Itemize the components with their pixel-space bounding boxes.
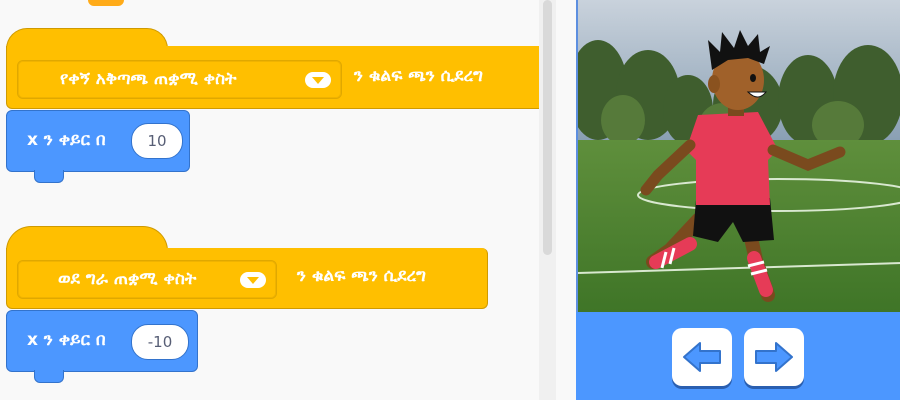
change-x-input[interactable]: 10 bbox=[131, 123, 183, 159]
chevron-down-icon bbox=[240, 272, 266, 288]
key-dropdown-value: ወደ ግራ ጠቋሚ ቀስት bbox=[58, 269, 197, 289]
key-dropdown-1[interactable]: የቀኝ አቅጣጫ ጠቋሚ ቀስት bbox=[17, 60, 342, 99]
when-key-pressed-block-1[interactable]: የቀኝ አቅጣጫ ጠቋሚ ቀስት ን ቁልፍ ጫን ሲደረግ bbox=[6, 46, 546, 109]
change-x-block-2[interactable]: x ን ቀይር በ -10 bbox=[6, 310, 198, 372]
arrow-right-icon bbox=[755, 342, 793, 372]
stage-controls bbox=[576, 312, 900, 400]
scrollbar-thumb[interactable] bbox=[543, 0, 552, 255]
change-x-label: x ን ቀይር በ bbox=[27, 330, 106, 350]
chevron-down-icon bbox=[305, 72, 331, 88]
block-fragment bbox=[88, 0, 124, 6]
key-dropdown-value: የቀኝ አቅጣጫ ጠቋሚ ቀስት bbox=[60, 69, 237, 89]
right-arrow-button[interactable] bbox=[744, 328, 804, 386]
workspace-scrollbar[interactable] bbox=[539, 0, 556, 400]
stage[interactable] bbox=[576, 0, 900, 312]
code-workspace[interactable]: የቀኝ አቅጣጫ ጠቋሚ ቀስት ን ቁልፍ ጫን ሲደረግ x ን ቀይር በ… bbox=[0, 0, 556, 400]
change-x-block-1[interactable]: x ን ቀይር በ 10 bbox=[6, 110, 190, 172]
when-key-pressed-block-2[interactable]: ወደ ግራ ጠቋሚ ቀስት ን ቁልፍ ጫን ሲደረግ bbox=[6, 248, 488, 309]
change-x-input[interactable]: -10 bbox=[131, 324, 189, 360]
left-arrow-button[interactable] bbox=[672, 328, 732, 386]
stage-backdrop bbox=[578, 0, 900, 312]
hat-block-label: ን ቁልፍ ጫን ሲደረግ bbox=[297, 266, 426, 286]
hat-block-label: ን ቁልፍ ጫን ሲደረግ bbox=[354, 66, 483, 86]
change-x-label: x ን ቀይር በ bbox=[27, 130, 106, 150]
arrow-left-icon bbox=[683, 342, 721, 372]
block-bottom-notch bbox=[34, 170, 64, 183]
key-dropdown-2[interactable]: ወደ ግራ ጠቋሚ ቀስት bbox=[17, 260, 277, 299]
block-bottom-notch bbox=[34, 370, 64, 383]
